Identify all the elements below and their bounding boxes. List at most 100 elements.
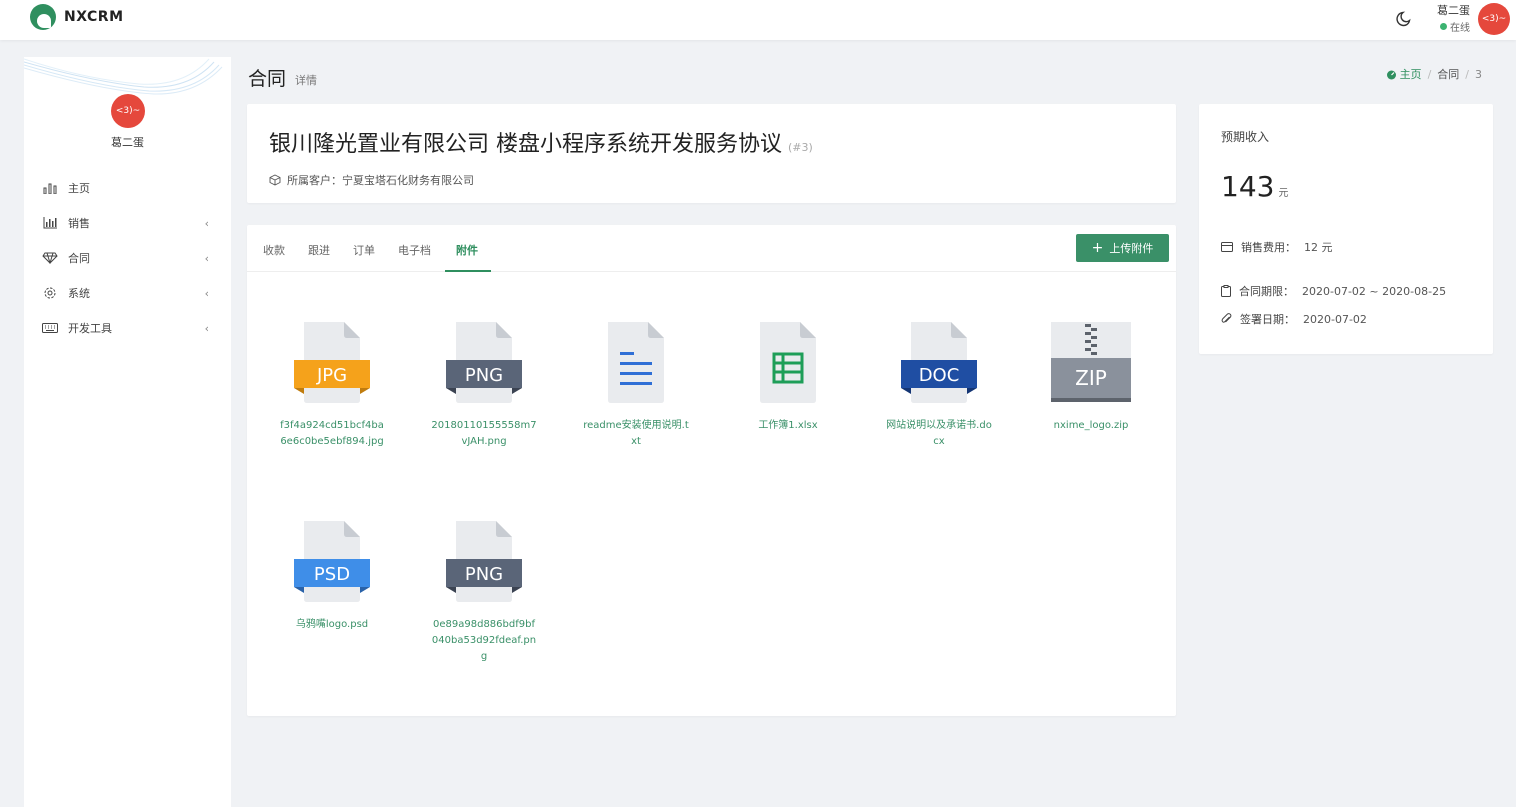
diamond-icon (42, 250, 58, 266)
sidebar-item-label: 系统 (68, 286, 90, 300)
online-dot-icon (1440, 23, 1447, 30)
contract-customer: 所属客户：宁夏宝塔石化财务有限公司 (269, 172, 474, 188)
contract-title-text: 银川隆光置业有限公司 楼盘小程序系统开发服务协议 (269, 132, 782, 157)
tab-followup[interactable]: 跟进 (308, 242, 330, 258)
tab-attachments[interactable]: 附件 (456, 242, 478, 258)
png-file-icon: PNG (446, 322, 522, 403)
file-item[interactable]: PNG 20180110155558m7vJAH.png (424, 322, 544, 450)
chevron-left-icon: ‹ (204, 322, 209, 335)
brand-name: NXCRM (64, 9, 124, 25)
breadcrumb-current: 3 (1475, 67, 1482, 81)
user-status: 在线 (1430, 19, 1470, 34)
top-bar: NXCRM 葛二蛋 在线 <3)~ (0, 0, 1516, 40)
text-file-icon (608, 322, 664, 403)
file-item[interactable]: ZIP nxime_logo.zip (1031, 322, 1151, 434)
topbar-user-name: 葛二蛋 (1437, 4, 1470, 17)
sidebar-menu: 主页 销售 ‹ 合同 ‹ 系统 ‹ 开发工具 ‹ (24, 170, 231, 345)
page-subtitle: 详情 (295, 74, 317, 87)
info-label: 合同期限： (1239, 285, 1294, 298)
sidebar-item-devtools[interactable]: 开发工具 ‹ (24, 310, 231, 345)
file-name[interactable]: 20180110155558m7vJAH.png (424, 418, 544, 450)
file-name[interactable]: 网站说明以及承诺书.docx (879, 418, 999, 450)
income-unit: 元 (1278, 188, 1289, 199)
expected-income-card: 预期收入 143 元 销售费用： 12 元 合同期限： 2020-07-02 ~ 20… (1199, 104, 1493, 354)
logo-icon (30, 4, 56, 30)
chevron-left-icon: ‹ (204, 217, 209, 230)
psd-file-icon: PSD (294, 521, 370, 602)
file-name[interactable]: nxime_logo.zip (1031, 418, 1151, 434)
cube-icon (269, 174, 281, 186)
attachments-card: 收款 跟进 订单 电子档 附件 + 上传附件 JPG f3f4a924cd51b… (247, 225, 1176, 716)
tab-payments[interactable]: 收款 (263, 242, 285, 258)
sidebar-avatar[interactable]: <3)~ (111, 94, 145, 128)
file-badge: JPG (316, 365, 347, 386)
file-item[interactable]: readme安装使用说明.txt (576, 322, 696, 450)
column-chart-icon (42, 215, 58, 231)
info-value: 2020-07-02 (1303, 312, 1367, 326)
contract-period-row: 合同期限： 2020-07-02 ~ 2020-08-25 (1221, 283, 1446, 299)
topbar-avatar[interactable]: <3)~ (1478, 3, 1510, 35)
sign-date-row: 签署日期： 2020-07-02 (1221, 311, 1367, 327)
brand[interactable]: NXCRM (30, 4, 124, 30)
moon-icon[interactable] (1394, 9, 1414, 29)
sales-cost-row: 销售费用： 12 元 (1221, 239, 1333, 255)
spreadsheet-file-icon (760, 322, 816, 403)
doc-file-icon: DOC (901, 322, 977, 403)
tab-bar: 收款 跟进 订单 电子档 附件 + 上传附件 (247, 225, 1176, 272)
tab-documents[interactable]: 电子档 (398, 242, 431, 258)
file-name[interactable]: 0e89a98d886bdf9bf040ba53d92fdeaf.png (424, 617, 544, 665)
credit-card-icon (1221, 242, 1233, 252)
sidebar-item-contract[interactable]: 合同 ‹ (24, 240, 231, 275)
sidebar-item-home[interactable]: 主页 (24, 170, 231, 205)
tab-orders[interactable]: 订单 (353, 242, 375, 258)
breadcrumb-home[interactable]: 主页 (1386, 66, 1422, 82)
file-name[interactable]: readme安装使用说明.txt (576, 418, 696, 450)
jpg-file-icon: JPG (294, 322, 370, 403)
sidebar-item-system[interactable]: 系统 ‹ (24, 275, 231, 310)
chevron-left-icon: ‹ (204, 252, 209, 265)
page-title: 合同 (248, 68, 287, 90)
income-title: 预期收入 (1221, 130, 1270, 144)
sidebar-user-name: 葛二蛋 (111, 136, 144, 149)
dashboard-icon (1386, 70, 1396, 79)
active-tab-indicator (445, 270, 491, 272)
gear-icon (42, 285, 58, 301)
info-value: 12 元 (1304, 241, 1333, 254)
chevron-left-icon: ‹ (204, 287, 209, 300)
plus-icon: + (1091, 240, 1104, 256)
customer-text: 所属客户：宁夏宝塔石化财务有限公司 (287, 174, 474, 187)
sidebar-item-label: 合同 (68, 251, 90, 265)
paperclip-icon (1221, 313, 1232, 323)
income-amount: 143 (1221, 170, 1275, 203)
file-badge: DOC (919, 365, 960, 386)
upload-button-label: 上传附件 (1109, 242, 1154, 255)
file-item[interactable]: DOC 网站说明以及承诺书.docx (879, 322, 999, 450)
file-badge: ZIP (1075, 366, 1107, 390)
breadcrumb-home-label: 主页 (1399, 68, 1422, 81)
file-item[interactable]: PSD 乌鸦嘴logo.psd (272, 521, 392, 633)
file-name[interactable]: 工作簿1.xlsx (728, 418, 848, 434)
file-item[interactable]: PNG 0e89a98d886bdf9bf040ba53d92fdeaf.png (424, 521, 544, 665)
file-badge: PNG (465, 564, 503, 585)
file-name[interactable]: f3f4a924cd51bcf4ba6e6c0be5ebf894.jpg (272, 418, 392, 450)
sidebar-item-label: 主页 (68, 181, 90, 195)
contract-header-card: 银川隆光置业有限公司 楼盘小程序系统开发服务协议 (#3) 所属客户：宁夏宝塔石化… (247, 104, 1176, 203)
bar-chart-icon (42, 180, 58, 196)
topbar-user-info[interactable]: 葛二蛋 在线 (1430, 2, 1470, 34)
info-value: 2020-07-02 ~ 2020-08-25 (1302, 284, 1447, 298)
sidebar-item-label: 销售 (68, 216, 90, 230)
file-item[interactable]: 工作簿1.xlsx (728, 322, 848, 434)
contract-id: (#3) (788, 141, 813, 154)
png-file-icon: PNG (446, 521, 522, 602)
upload-attachment-button[interactable]: + 上传附件 (1076, 234, 1169, 262)
sidebar-item-sales[interactable]: 销售 ‹ (24, 205, 231, 240)
sidebar: <3)~ 葛二蛋 主页 销售 ‹ 合同 ‹ 系统 ‹ 开发工具 ‹ (24, 57, 231, 807)
user-status-text: 在线 (1450, 23, 1470, 34)
clipboard-icon (1221, 285, 1231, 297)
file-item[interactable]: JPG f3f4a924cd51bcf4ba6e6c0be5ebf894.jpg (272, 322, 392, 450)
zip-file-icon: ZIP (1051, 322, 1131, 402)
breadcrumb-contract[interactable]: 合同 (1437, 66, 1459, 82)
file-badge: PSD (314, 564, 350, 585)
file-badge: PNG (465, 365, 503, 386)
file-name[interactable]: 乌鸦嘴logo.psd (272, 617, 392, 633)
